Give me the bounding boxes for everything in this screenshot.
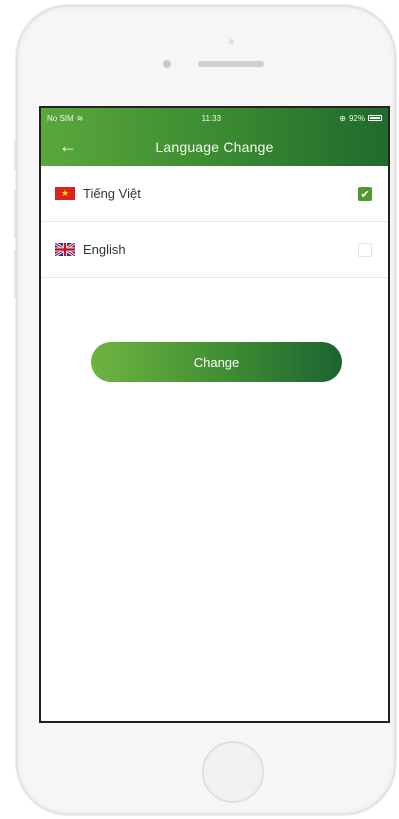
- orientation-lock-icon: ⊕: [339, 113, 346, 123]
- mute-switch: [14, 140, 17, 170]
- language-label: Tiếng Việt: [83, 186, 141, 201]
- battery-icon: [368, 115, 382, 121]
- language-option-english[interactable]: English: [41, 222, 388, 278]
- nav-row: ← Language Change: [41, 128, 388, 166]
- checkbox-checked-icon[interactable]: ✔: [358, 187, 372, 201]
- clock-label: 11:33: [201, 113, 222, 123]
- battery-percent: 92%: [348, 113, 365, 123]
- arrow-left-icon[interactable]: ←: [55, 134, 81, 158]
- app-header: No SIM ≋ 11:33 ⊕ 92% ← Language Change: [41, 108, 388, 166]
- status-bar: No SIM ≋ 11:33 ⊕ 92%: [41, 108, 388, 128]
- status-left: No SIM ≋: [47, 114, 83, 123]
- page-title: Language Change: [155, 139, 274, 155]
- checkbox-unchecked-icon[interactable]: [358, 243, 372, 257]
- camera: [163, 60, 171, 68]
- wifi-icon: ≋: [76, 113, 84, 123]
- language-option-vietnamese[interactable]: ★ Tiếng Việt ✔: [41, 166, 388, 222]
- language-label: English: [83, 242, 126, 257]
- carrier-label: No SIM: [47, 113, 74, 123]
- volume-down-button: [14, 250, 17, 298]
- home-button[interactable]: [202, 741, 264, 803]
- status-right: ⊕ 92%: [339, 114, 382, 123]
- app-screen: No SIM ≋ 11:33 ⊕ 92% ← Language Change ★…: [39, 106, 390, 723]
- change-button[interactable]: Change: [91, 342, 342, 382]
- speaker: [198, 61, 264, 67]
- volume-up-button: [14, 190, 17, 238]
- uk-flag-icon: [55, 243, 75, 256]
- vietnam-flag-icon: ★: [55, 187, 75, 200]
- sensor: [229, 39, 234, 44]
